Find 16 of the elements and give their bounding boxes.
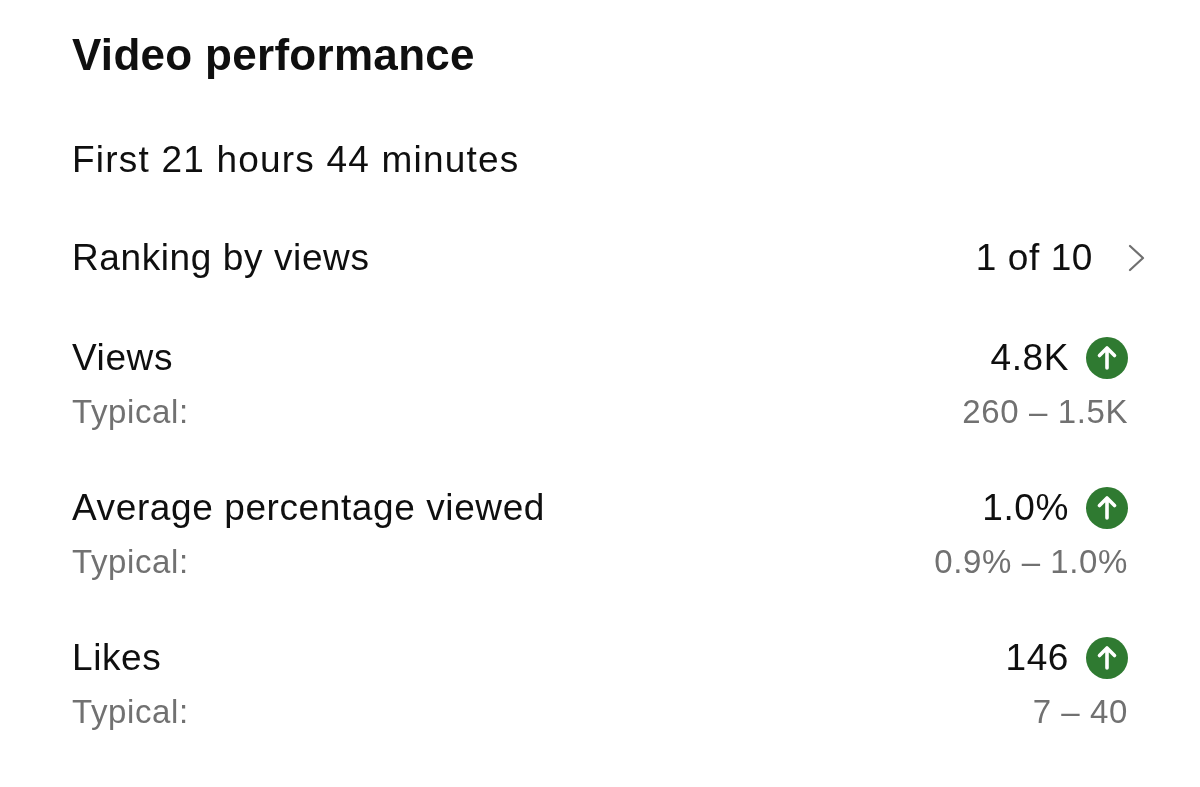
ranking-row[interactable]: Ranking by views 1 of 10	[72, 234, 1145, 282]
typical-range: 0.9% – 1.0%	[934, 542, 1128, 582]
chevron-right-icon	[1128, 244, 1145, 272]
typical-range: 260 – 1.5K	[962, 392, 1128, 432]
metric-value: 4.8K	[990, 336, 1069, 380]
metric-value: 1.0%	[982, 486, 1069, 530]
period-text: First 21 hours 44 minutes	[72, 138, 521, 182]
metric-label: Likes	[72, 636, 162, 680]
metric-value: 146	[1005, 636, 1069, 680]
typical-label: Typical:	[72, 392, 189, 432]
panel-title: Video performance	[72, 31, 476, 79]
typical-label: Typical:	[72, 542, 189, 582]
metric-label: Views	[72, 336, 174, 380]
metric-label: Average percentage viewed	[72, 486, 546, 530]
typical-label: Typical:	[72, 692, 189, 732]
typical-range: 7 – 40	[1032, 692, 1128, 732]
